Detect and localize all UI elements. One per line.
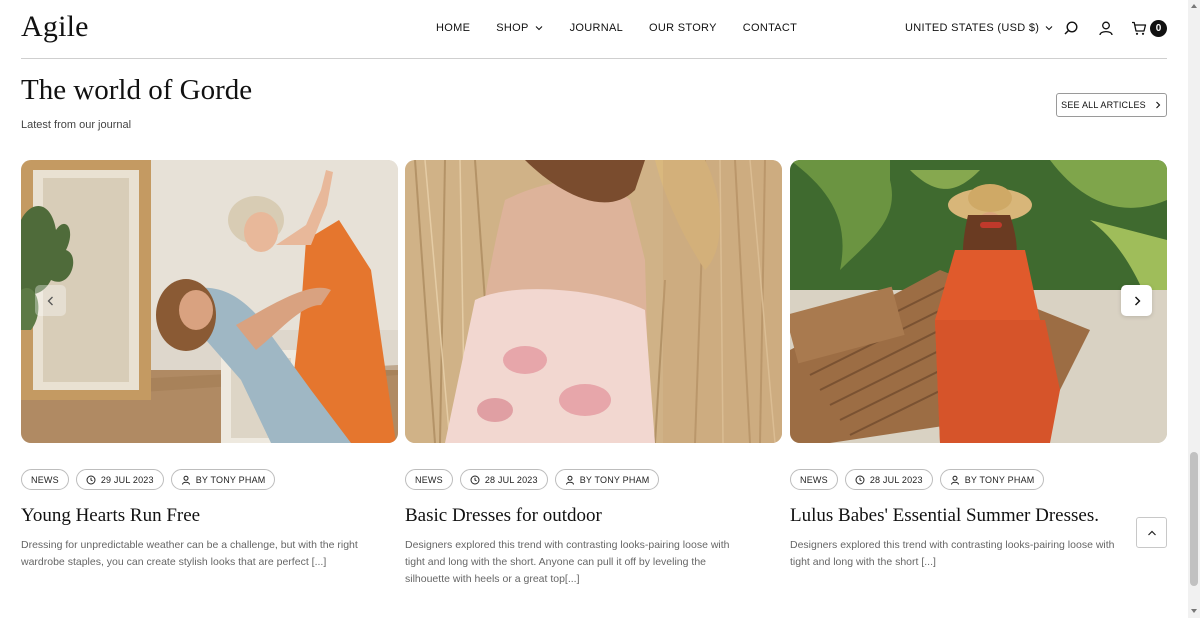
carousel-prev-button[interactable] xyxy=(35,285,66,316)
section-title: The world of Gorde xyxy=(21,74,253,106)
currency-label: UNITED STATES (USD $) xyxy=(905,22,1040,34)
author-label: BY TONY PHAM xyxy=(195,474,266,485)
scroll-down-arrow-icon[interactable] xyxy=(1190,607,1198,615)
person-icon xyxy=(181,475,190,485)
date-tag: 28 JUL 2023 xyxy=(459,469,548,490)
date-tag: 29 JUL 2023 xyxy=(75,469,164,490)
article-photo-wheat-field xyxy=(405,160,782,443)
nav-item-journal[interactable]: JOURNAL xyxy=(570,22,623,34)
user-icon[interactable] xyxy=(1098,20,1114,36)
article-card: NEWS 28 JUL 2023 BY TONY PHAM Lulus Babe… xyxy=(790,160,1167,568)
date-label: 28 JUL 2023 xyxy=(869,474,923,485)
category-label: NEWS xyxy=(415,474,443,485)
article-title[interactable]: Basic Dresses for outdoor xyxy=(405,505,602,527)
category-tag[interactable]: NEWS xyxy=(405,469,453,490)
author-label: BY TONY PHAM xyxy=(579,474,650,485)
category-label: NEWS xyxy=(31,474,59,485)
nav-item-home[interactable]: HOME xyxy=(436,22,470,34)
author-tag[interactable]: BY TONY PHAM xyxy=(939,469,1045,490)
carousel-next-button[interactable] xyxy=(1121,285,1152,316)
article-photo-orange-jumpsuit xyxy=(790,160,1167,443)
person-icon xyxy=(950,475,959,485)
article-tags: NEWS 28 JUL 2023 BY TONY PHAM xyxy=(405,469,660,490)
main-nav: HOME SHOP JOURNAL OUR STORY CONTACT xyxy=(436,22,797,34)
site-header: Agile HOME SHOP JOURNAL OUR STORY CONTAC… xyxy=(0,0,1188,60)
chevron-right-icon xyxy=(1155,101,1161,109)
date-tag: 28 JUL 2023 xyxy=(844,469,933,490)
date-label: 28 JUL 2023 xyxy=(484,474,538,485)
nav-item-shop[interactable]: SHOP xyxy=(496,22,543,34)
nav-item-contact[interactable]: CONTACT xyxy=(743,22,797,34)
clock-icon xyxy=(855,475,865,484)
see-all-label: SEE ALL ARTICLES xyxy=(1061,100,1146,110)
chevron-down-icon xyxy=(535,26,542,31)
clock-icon xyxy=(470,475,480,484)
site-logo[interactable]: Agile xyxy=(21,10,89,44)
article-tags: NEWS 29 JUL 2023 BY TONY PHAM xyxy=(21,469,276,490)
chevron-up-icon xyxy=(1147,530,1156,535)
author-tag[interactable]: BY TONY PHAM xyxy=(170,469,276,490)
article-image[interactable] xyxy=(21,160,398,443)
chevron-left-icon xyxy=(47,296,53,305)
date-label: 29 JUL 2023 xyxy=(100,474,154,485)
article-tags: NEWS 28 JUL 2023 BY TONY PHAM xyxy=(790,469,1045,490)
cart-icon[interactable] xyxy=(1131,20,1147,36)
person-icon xyxy=(565,475,574,485)
article-card: NEWS 29 JUL 2023 BY TONY PHAM Young Hear… xyxy=(21,160,398,568)
see-all-articles-button[interactable]: SEE ALL ARTICLES xyxy=(1056,93,1167,117)
category-label: NEWS xyxy=(800,474,828,485)
section-subtitle: Latest from our journal xyxy=(21,119,132,131)
category-tag[interactable]: NEWS xyxy=(790,469,838,490)
cart-count-badge[interactable]: 0 xyxy=(1150,20,1167,37)
page-scrollbar[interactable] xyxy=(1188,0,1200,618)
back-to-top-button[interactable] xyxy=(1136,517,1167,548)
nav-item-our-story[interactable]: OUR STORY xyxy=(649,22,717,34)
article-excerpt: Designers explored this trend with contr… xyxy=(405,539,730,585)
author-label: BY TONY PHAM xyxy=(964,474,1035,485)
article-image[interactable] xyxy=(790,160,1167,443)
search-icon[interactable] xyxy=(1063,20,1079,36)
article-title[interactable]: Young Hearts Run Free xyxy=(21,505,200,527)
article-card: NEWS 28 JUL 2023 BY TONY PHAM Basic Dres… xyxy=(405,160,782,585)
author-tag[interactable]: BY TONY PHAM xyxy=(554,469,660,490)
scrollbar-thumb[interactable] xyxy=(1190,452,1198,586)
chevron-right-icon xyxy=(1134,296,1140,305)
scroll-up-arrow-icon[interactable] xyxy=(1190,2,1198,10)
article-excerpt: Designers explored this trend with contr… xyxy=(790,539,1115,568)
header-divider xyxy=(21,58,1167,59)
clock-icon xyxy=(86,475,96,484)
article-title[interactable]: Lulus Babes' Essential Summer Dresses. xyxy=(790,505,1099,527)
chevron-down-icon xyxy=(1045,26,1053,31)
currency-selector[interactable]: UNITED STATES (USD $) xyxy=(905,22,1054,34)
article-excerpt: Dressing for unpredictable weather can b… xyxy=(21,539,358,568)
article-photo-mother-daughter xyxy=(21,160,398,443)
nav-item-shop-label: SHOP xyxy=(496,22,529,34)
category-tag[interactable]: NEWS xyxy=(21,469,69,490)
article-image[interactable] xyxy=(405,160,782,443)
